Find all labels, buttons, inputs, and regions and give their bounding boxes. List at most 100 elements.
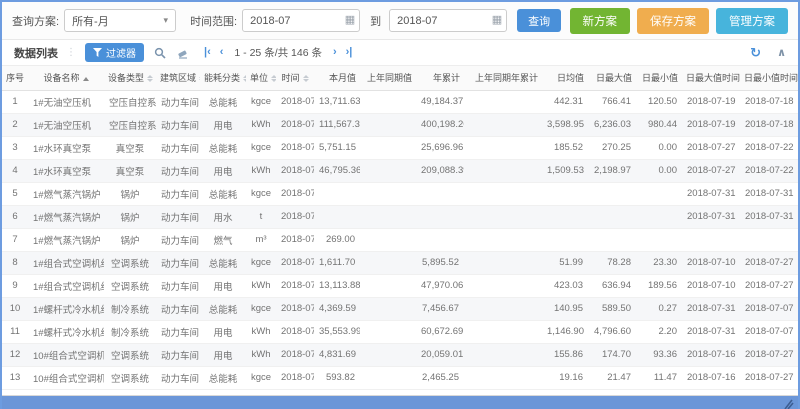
table-row[interactable]: 101#螺杆式冷水机组制冷系统动力车间总能耗kgce2018-074,369.5… — [2, 297, 798, 320]
table-cell: 13,113.88 — [314, 274, 360, 297]
column-header-label: 日最大值 — [596, 73, 632, 83]
prev-page-button[interactable]: ‹ — [220, 47, 224, 58]
column-header-label: 日最小值 — [642, 73, 678, 83]
table-cell: 2018-07-16 — [682, 343, 740, 366]
table-cell: 空调系统 — [104, 366, 156, 389]
column-header-2[interactable]: 设备名称 — [28, 66, 104, 90]
table-cell: 动力车间 — [156, 366, 200, 389]
query-plan-value: 所有-月 — [72, 13, 109, 29]
column-header-12[interactable]: 日均值 — [542, 66, 588, 90]
resize-grip-icon[interactable] — [782, 397, 794, 409]
table-cell: 47,970.06 — [416, 274, 464, 297]
table-cell: 13 — [2, 366, 28, 389]
next-page-button[interactable]: › — [333, 47, 337, 58]
manage-plan-button[interactable]: 管理方案 — [716, 8, 788, 34]
table-row[interactable]: 81#组合式空调机组空调系统动力车间总能耗kgce2018-071,611.70… — [2, 251, 798, 274]
table-row[interactable]: 91#组合式空调机组空调系统动力车间用电kWh2018-0713,113.884… — [2, 274, 798, 297]
column-header-label: 上年同期值 — [367, 73, 412, 83]
table-cell: 锅炉 — [104, 228, 156, 251]
table-row[interactable]: 31#水环真空泵真空泵动力车间总能耗kgce2018-075,751.1525,… — [2, 136, 798, 159]
table-row[interactable]: 1310#组合式空调机组空调系统动力车间总能耗kgce2018-07593.82… — [2, 366, 798, 389]
column-header-label: 能耗分类 — [204, 73, 240, 83]
column-header-15[interactable]: 日最大值时间 — [682, 66, 740, 90]
last-page-button[interactable]: ›| — [346, 47, 353, 58]
save-plan-button[interactable]: 保存方案 — [637, 8, 709, 34]
column-header-label: 序号 — [6, 73, 24, 83]
table-cell: 2018-07 — [276, 274, 314, 297]
sort-icon — [271, 75, 276, 82]
table-cell: 用电 — [200, 343, 246, 366]
column-header-6[interactable]: 单位 — [246, 66, 276, 90]
sort-ascending-icon — [83, 77, 89, 81]
table-row[interactable]: 1210#组合式空调机组空调系统动力车间用电kWh2018-074,831.69… — [2, 343, 798, 366]
table-cell: 2018-07-31 — [740, 182, 798, 205]
table-cell — [464, 343, 542, 366]
table-row[interactable]: 71#燃气蒸汽锅炉锅炉动力车间燃气m³2018-07269.00 — [2, 228, 798, 251]
column-header-1[interactable]: 序号 — [2, 66, 28, 90]
column-header-3[interactable]: 设备类型 — [104, 66, 156, 90]
eraser-icon[interactable] — [176, 47, 188, 59]
query-plan-select[interactable]: 所有-月 ▾ — [64, 9, 176, 32]
table-row[interactable]: 21#无油空压机空压自控系统动力车间用电kWh2018-07111,567.35… — [2, 113, 798, 136]
table-cell: 2018-07 — [276, 205, 314, 228]
table-cell — [636, 205, 682, 228]
table-cell — [464, 228, 542, 251]
table-row[interactable]: 41#水环真空泵真空泵动力车间用电kWh2018-0746,795.36209,… — [2, 159, 798, 182]
column-header-13[interactable]: 日最大值 — [588, 66, 636, 90]
table-cell — [542, 228, 588, 251]
time-to-input[interactable] — [389, 9, 507, 32]
column-header-label: 单位 — [250, 73, 268, 83]
table-cell: 2018-07 — [276, 320, 314, 343]
table-cell: 动力车间 — [156, 205, 200, 228]
collapse-panel-icon[interactable]: ∧ — [777, 46, 786, 59]
new-plan-button[interactable]: 新方案 — [570, 8, 631, 34]
column-header-5[interactable]: 能耗分类 — [200, 66, 246, 90]
table-cell: 总能耗 — [200, 251, 246, 274]
table-cell: 6,236.03 — [588, 113, 636, 136]
refresh-icon[interactable]: ↻ — [750, 45, 761, 61]
column-header-4[interactable]: 建筑区域 — [156, 66, 200, 90]
table-row[interactable]: 11#无油空压机空压自控系统动力车间总能耗kgce2018-0713,711.6… — [2, 90, 798, 113]
table-cell: 1#无油空压机 — [28, 90, 104, 113]
table-row[interactable]: 61#燃气蒸汽锅炉锅炉动力车间用水t2018-072018-07-312018-… — [2, 205, 798, 228]
table-cell: 2018-07-19 — [682, 90, 740, 113]
column-header-14[interactable]: 日最小值 — [636, 66, 682, 90]
table-cell: 2018-07-22 — [740, 136, 798, 159]
column-header-16[interactable]: 日最小值时间 — [740, 66, 798, 90]
table-cell: 1#无油空压机 — [28, 113, 104, 136]
horizontal-scrollbar[interactable] — [2, 395, 798, 409]
table-cell — [360, 320, 416, 343]
table-cell: 用电 — [200, 113, 246, 136]
table-cell: 2018-07-22 — [740, 159, 798, 182]
table-cell: 空调系统 — [104, 274, 156, 297]
table-cell: 0.27 — [636, 297, 682, 320]
table-cell: 总能耗 — [200, 136, 246, 159]
column-header-9[interactable]: 上年同期值 — [360, 66, 416, 90]
column-header-11[interactable]: 上年同期年累计 — [464, 66, 542, 90]
table-cell: 93.36 — [636, 343, 682, 366]
table-cell: 2018-07 — [276, 136, 314, 159]
table-cell — [464, 366, 542, 389]
table-cell: 49,184.37 — [416, 90, 464, 113]
first-page-button[interactable]: |‹ — [204, 47, 211, 58]
drag-handle-icon[interactable]: ⋮ — [66, 47, 77, 58]
table-cell — [542, 205, 588, 228]
column-header-8[interactable]: 本月值 — [314, 66, 360, 90]
table-cell: 1#螺杆式冷水机组 — [28, 320, 104, 343]
column-header-7[interactable]: 时间 — [276, 66, 314, 90]
table-cell: 1 — [2, 90, 28, 113]
table-row[interactable]: 111#螺杆式冷水机组制冷系统动力车间用电kWh2018-0735,553.99… — [2, 320, 798, 343]
table-cell — [636, 228, 682, 251]
search-button[interactable]: 查询 — [517, 9, 561, 32]
time-from-input[interactable] — [242, 9, 360, 32]
column-header-10[interactable]: 年累计 — [416, 66, 464, 90]
table-cell: 1#组合式空调机组 — [28, 251, 104, 274]
search-icon[interactable] — [154, 47, 166, 59]
column-header-label: 本月值 — [329, 73, 356, 83]
table-cell — [314, 182, 360, 205]
table-cell — [464, 251, 542, 274]
filter-button[interactable]: 过滤器 — [85, 43, 144, 62]
table-row[interactable]: 51#燃气蒸汽锅炉锅炉动力车间总能耗kgce2018-072018-07-312… — [2, 182, 798, 205]
table-cell: 636.94 — [588, 274, 636, 297]
table-cell: 空压自控系统 — [104, 113, 156, 136]
